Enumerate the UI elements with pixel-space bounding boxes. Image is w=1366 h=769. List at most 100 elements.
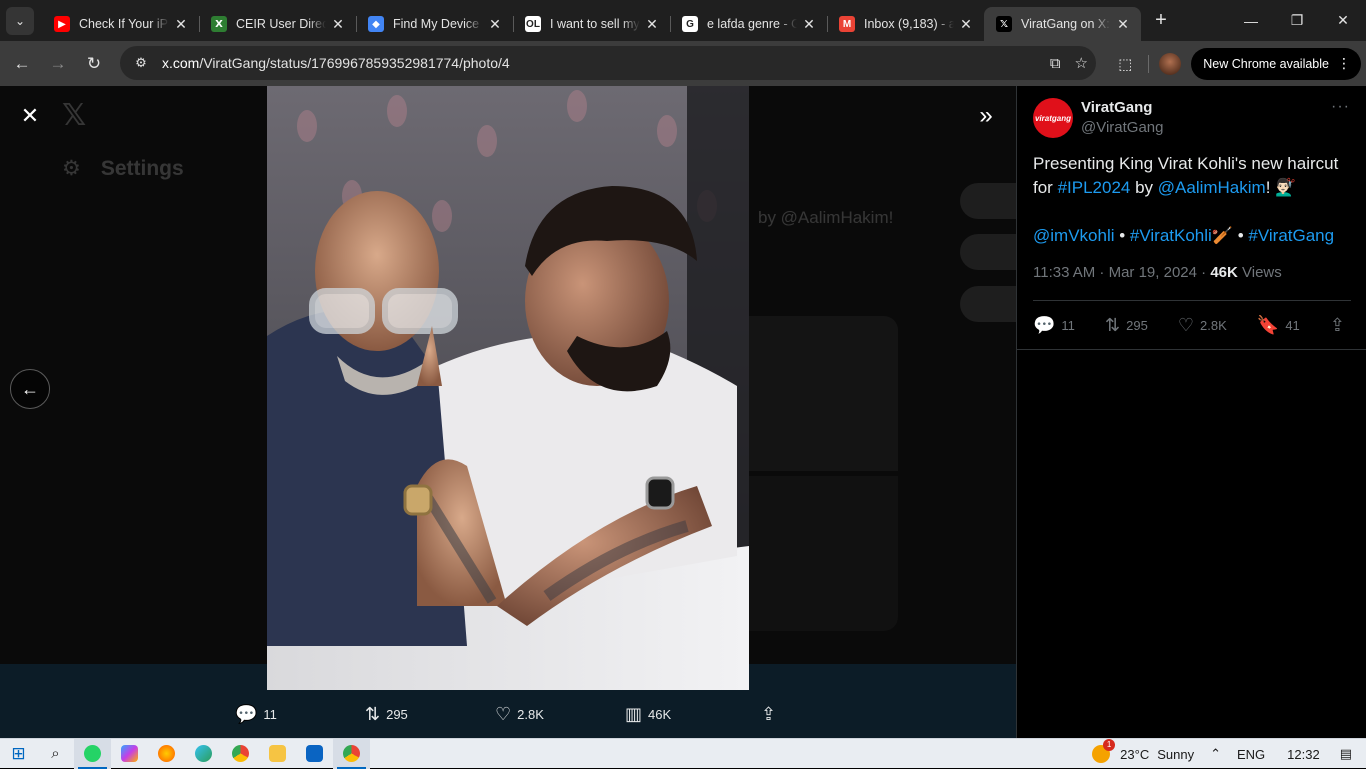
browser-tab[interactable]: ◆ Find My Device ✕ [356,7,513,41]
file-explorer-icon[interactable] [259,739,296,769]
google-icon: G [682,16,698,32]
avatar-text: viratgang [1034,113,1071,123]
install-app-icon[interactable]: ⧉ [1050,55,1061,72]
weather-icon[interactable]: 1 [1092,739,1116,763]
mention-link[interactable]: @AalimHakim [1158,178,1266,197]
heart-icon: ♡ [495,703,512,724]
hashtag-link[interactable]: #IPL2024 [1058,178,1131,197]
browser-toolbar: ← → ↻ ⚙ x.com/ViratGang/status/176996785… [0,41,1366,86]
author-handle[interactable]: @ViratGang [1081,118,1164,138]
repost-button[interactable]: ⇅ 295 [365,704,495,725]
bookmark-star-icon[interactable]: ☆ [1075,54,1088,72]
share-button[interactable]: ⇪ [1330,315,1351,336]
copilot-icon[interactable] [111,739,148,769]
bookmark-button[interactable]: 🔖 41 [1257,315,1300,336]
close-tab-icon[interactable]: ✕ [173,16,189,33]
forward-button[interactable]: → [40,46,76,82]
browser-tab[interactable]: Ge lafda genre - G ✕ [670,7,827,41]
update-chrome-button[interactable]: New Chrome available ⋮ [1191,47,1361,80]
browser-tab[interactable]: OL I want to sell my ✕ [513,7,670,41]
update-label: New Chrome available [1203,56,1329,71]
weather-label[interactable]: Sunny [1157,747,1194,762]
tweet-text-part: by [1130,178,1158,197]
divider [1017,349,1366,350]
tweet-timestamp[interactable]: 11:33 AM · Mar 19, 2024 · [1033,264,1210,281]
whatsapp-icon[interactable] [74,738,111,769]
tweet-author[interactable]: viratgang ViratGang @ViratGang [1033,98,1164,138]
reply-icon: 💬 [235,703,258,724]
profile-avatar[interactable] [1159,52,1182,75]
author-display-name[interactable]: ViratGang [1081,98,1164,118]
avatar[interactable]: viratgang [1033,98,1073,138]
chrome-menu-icon[interactable]: ⋮ [1337,55,1351,72]
browser-tab[interactable]: Ⅹ CEIR User Direct ✕ [199,7,356,41]
browser-tab[interactable]: M Inbox (9,183) - a ✕ [827,7,984,41]
close-tab-icon[interactable]: ✕ [330,16,346,33]
site-info-icon[interactable]: ⚙ [126,55,156,71]
like-button[interactable]: ♡ 2.8K [1178,315,1227,336]
chrome-active-icon[interactable] [333,738,370,769]
chrome-icon[interactable] [222,739,259,769]
tab-strip: ⌄ ▶ Check If Your iPh ✕ Ⅹ CEIR User Direct ✕ ◆… [0,0,1366,41]
tweet-text-part: • [1114,226,1130,245]
language-indicator[interactable]: ENG [1237,747,1265,762]
tab-search-button[interactable]: ⌄ [6,6,34,35]
close-tab-icon[interactable]: ✕ [958,16,974,33]
address-bar[interactable]: ⚙ x.com/ViratGang/status/176996785935298… [120,46,1096,80]
page-viewport: 𝕏 ⚙ Settings by @AalimHakim! ✕ » ← 💬 11 … [0,86,1366,738]
back-button[interactable]: ← [4,46,40,82]
windows-start-icon[interactable]: ⊞ [0,739,37,769]
close-window-button[interactable]: ✕ [1320,0,1366,41]
hashtag-link[interactable]: #ViratKohli [1130,226,1212,245]
close-tab-icon[interactable]: ✕ [801,16,817,33]
edge-icon[interactable] [185,739,222,769]
reply-button[interactable]: 💬 11 [235,704,365,725]
windows-taskbar: ⊞ ⌕ 1 23°C Sunny ⌃ ENG 12:32 ▤ [0,738,1366,769]
firefox-icon[interactable] [148,739,185,769]
tweet-text-part: ! 💇🏻‍♂️ [1265,178,1297,197]
toolbar-divider [1148,54,1150,73]
browser-tab[interactable]: 𝕏 ViratGang on X: ✕ [984,7,1141,41]
close-tab-icon[interactable]: ✕ [487,16,503,33]
x-logo-icon: 𝕏 [62,99,87,132]
media-viewer: 𝕏 ⚙ Settings by @AalimHakim! ✕ » ← 💬 11 … [0,86,1016,738]
views-button[interactable]: ▥ 46K [625,704,761,725]
tweet-text: Presenting King Virat Kohli's new haircu… [1033,152,1353,248]
chevron-up-icon[interactable]: ⌃ [1210,746,1221,762]
outlook-icon[interactable] [296,739,333,769]
like-button[interactable]: ♡ 2.8K [495,704,625,725]
views-count: 46K [648,706,672,722]
new-tab-button[interactable]: + [1147,7,1175,35]
more-options-icon[interactable]: ··· [1331,98,1350,116]
share-button[interactable]: ⇪ [761,704,782,725]
tab-title: I want to sell my [550,17,640,31]
browser-tab[interactable]: ▶ Check If Your iPh ✕ [42,7,199,41]
tab-title: e lafda genre - G [707,17,797,31]
close-tab-icon[interactable]: ✕ [1115,16,1131,33]
tab-title: CEIR User Direct [236,17,326,31]
temperature[interactable]: 23°C [1120,747,1149,762]
mention-link[interactable]: @imVkohli [1033,226,1115,245]
notifications-icon[interactable]: ▤ [1340,746,1352,762]
heart-icon: ♡ [1177,314,1195,335]
previous-photo-button[interactable]: ← [10,369,50,409]
share-icon: ⇪ [761,703,777,724]
minimize-button[interactable]: — [1228,0,1274,41]
extensions-icon[interactable]: ⬚ [1108,55,1142,73]
collapse-panel-icon[interactable]: » [966,98,1006,134]
close-tab-icon[interactable]: ✕ [644,16,660,33]
url-host: x.com [162,55,200,71]
restore-button[interactable]: ❐ [1274,0,1320,41]
reload-button[interactable]: ↻ [76,46,112,82]
url-text[interactable]: x.com/ViratGang/status/17699678593529817… [162,55,510,71]
hashtag-link[interactable]: #ViratGang [1248,226,1334,245]
repost-icon: ⇅ [365,703,381,724]
tweet-photo [267,86,749,690]
search-icon[interactable]: ⌕ [37,739,74,769]
reply-button[interactable]: 💬 11 [1033,315,1075,336]
repost-button[interactable]: ⇅ 295 [1105,315,1148,336]
clock[interactable]: 12:32 [1287,747,1320,762]
tab-list: ▶ Check If Your iPh ✕ Ⅹ CEIR User Direct ✕ ◆ Fi… [42,0,1141,41]
close-icon[interactable]: ✕ [12,98,48,134]
repost-count: 295 [386,706,408,722]
